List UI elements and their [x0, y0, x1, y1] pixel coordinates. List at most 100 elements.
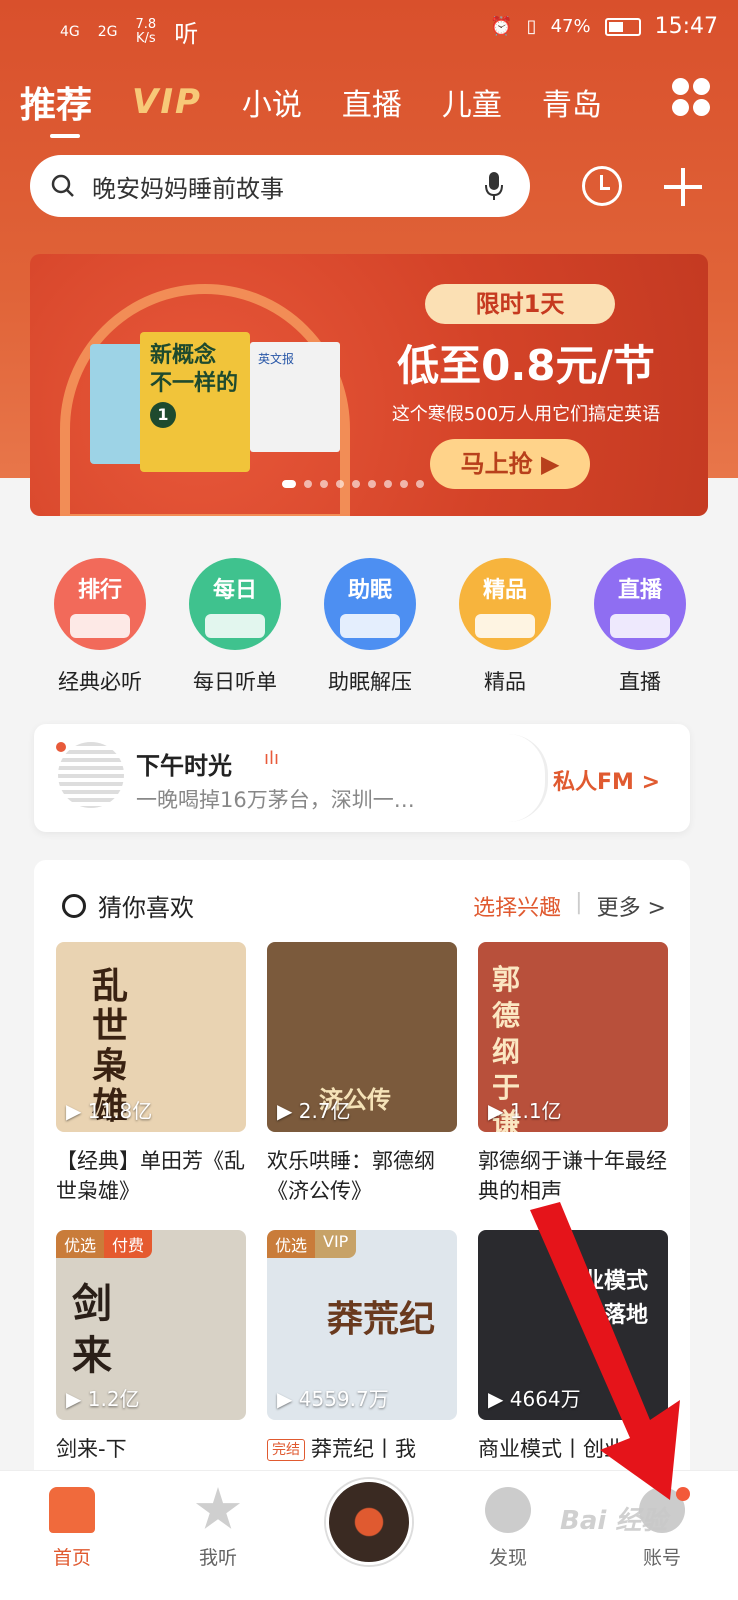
album-item[interactable]: 优选 付费 剑来 ▶ 1.2亿 剑来-下 — [56, 1230, 246, 1496]
now-playing-disc-icon[interactable] — [326, 1479, 412, 1565]
category-label: 助眠解压 — [328, 670, 412, 694]
album-title: 【经典】单田芳《乱世枭雄》 — [56, 1149, 245, 1203]
tab-live[interactable]: 直播 — [342, 80, 402, 124]
carousel-dots — [282, 480, 424, 488]
category-ranking[interactable]: 排行 经典必听 — [40, 558, 160, 696]
album-cover: 济公传 ▶ 2.7亿 — [267, 942, 457, 1132]
badge-preferred: 优选 — [56, 1230, 105, 1258]
fm-disc-icon — [58, 742, 124, 808]
category-live[interactable]: 直播 直播 — [580, 558, 700, 696]
banner-book: 新概念 不一样的 1 — [140, 332, 250, 472]
badge-preferred: 优选 — [267, 1230, 316, 1258]
divider: | — [575, 890, 583, 915]
tab-qingdao[interactable]: 青岛 — [542, 80, 602, 124]
fm-live-dot — [56, 742, 66, 752]
category-premium[interactable]: 精品 精品 — [445, 558, 565, 696]
search-bar[interactable]: 晚安妈妈睡前故事 — [30, 155, 530, 217]
limit-time-tag: 限时1天 — [425, 284, 615, 324]
completed-tag: 完结 — [267, 1439, 305, 1461]
personal-fm-link[interactable]: 私人FM > — [553, 764, 660, 796]
network-speed: 7.8 K/s — [135, 16, 157, 46]
promo-banner[interactable]: 新概念 不一样的 1 英文报 限时1天 低至0.8元/节 这个寒假500万人用它们… — [30, 254, 708, 516]
nav-label: 账号 — [642, 1547, 681, 1569]
battery-icon — [604, 17, 641, 36]
fm-dial-decoration — [508, 734, 548, 822]
category-row: 排行 经典必听 每日 每日听单 助眠 助眠解压 精品 精品 直播 直播 — [40, 558, 700, 696]
album-title: 郭德纲于谦十年最经典的相声 — [478, 1149, 667, 1203]
signal-2g: 2G — [97, 23, 118, 40]
nav-label: 首页 — [52, 1547, 91, 1569]
album-cover: 郭德纲 于谦 ▶ 1.1亿 — [478, 942, 668, 1132]
grab-now-button[interactable]: 马上抢 ▶ — [430, 439, 590, 489]
category-label: 经典必听 — [58, 670, 142, 694]
album-item[interactable]: 优选 VIP 莽荒纪 ▶ 4559.7万 完结 莽荒纪丨我 — [267, 1230, 457, 1496]
play-count: ▶ 1.1亿 — [488, 1099, 562, 1123]
play-count: ▶ 4664万 — [488, 1387, 581, 1411]
crown-icon: 精品 — [459, 558, 551, 650]
banner-newspaper: 英文报 — [250, 342, 340, 452]
category-label: 直播 — [619, 670, 661, 694]
microphone-icon[interactable] — [484, 171, 504, 201]
album-cover: 优选 付费 剑来 ▶ 1.2亿 — [56, 1230, 246, 1420]
clock: 15:47 — [654, 14, 718, 39]
alarm-icon: ⏰ — [490, 16, 513, 37]
album-title: 欢乐哄睡：郭德纲《济公传》 — [267, 1149, 435, 1203]
nav-listen[interactable]: 我听 — [168, 1487, 268, 1570]
baidu-watermark: Bai 经验 — [560, 1506, 668, 1536]
section-title: 猜你喜欢 — [98, 894, 194, 922]
fm-subtitle: 一晚喝掉16万茅台，深圳一… — [136, 788, 415, 812]
fm-card[interactable]: 下午时光 ılı 一晚喝掉16万茅台，深圳一… 私人FM > — [34, 724, 690, 832]
album-item[interactable]: 业模式 时落地 ▶ 4664万 商业模式丨创业实 — [478, 1230, 668, 1496]
badge-paid: 付费 — [104, 1230, 153, 1258]
user-icon — [62, 893, 86, 918]
guess-you-like-section: 猜你喜欢 选择兴趣 | 更多 > 乱世枭雄 ▶ 11.8亿 【经典】单田芳《乱世… — [34, 860, 690, 1500]
cover-title: 莽荒纪 — [327, 1298, 436, 1340]
all-channels-icon[interactable] — [672, 78, 710, 116]
album-grid: 乱世枭雄 ▶ 11.8亿 【经典】单田芳《乱世枭雄》 济公传 ▶ 2.7亿 欢乐… — [56, 942, 668, 1496]
listen-status-icon: 听 — [174, 20, 199, 48]
tab-novel[interactable]: 小说 — [242, 80, 302, 124]
cover-title: 剑来 — [72, 1280, 112, 1379]
tab-vip[interactable]: VIP — [132, 82, 202, 122]
calendar-icon: 每日 — [189, 558, 281, 650]
album-item[interactable]: 乱世枭雄 ▶ 11.8亿 【经典】单田芳《乱世枭雄》 — [56, 942, 246, 1208]
cover-title: 业模式 时落地 — [582, 1268, 649, 1328]
search-input[interactable]: 晚安妈妈睡前故事 — [92, 169, 484, 204]
promo-title: 低至0.8元/节 — [397, 341, 655, 390]
nav-label: 发现 — [488, 1547, 527, 1569]
choose-interest-link[interactable]: 选择兴趣 — [473, 890, 561, 922]
add-icon[interactable] — [664, 168, 702, 206]
play-count: ▶ 1.2亿 — [66, 1387, 140, 1411]
nav-label: 我听 — [198, 1547, 237, 1569]
play-count: ▶ 11.8亿 — [66, 1099, 153, 1123]
more-link[interactable]: 更多 > — [597, 890, 666, 922]
star-icon — [195, 1487, 241, 1529]
ranking-icon: 排行 — [54, 558, 146, 650]
badge-group: 优选 VIP — [267, 1230, 357, 1258]
album-cover: 优选 VIP 莽荒纪 ▶ 4559.7万 — [267, 1230, 457, 1420]
history-icon[interactable] — [582, 166, 622, 206]
search-icon — [51, 174, 74, 197]
tab-recommend[interactable]: 推荐 — [20, 76, 92, 138]
top-tabs: 推荐 VIP 小说 直播 儿童 青岛 — [20, 72, 720, 138]
nav-discover[interactable]: 发现 — [458, 1487, 558, 1570]
play-count: ▶ 2.7亿 — [277, 1099, 351, 1123]
vibrate-icon: ▯ — [526, 16, 537, 37]
battery-percent: 47% — [550, 16, 591, 37]
category-label: 每日听单 — [193, 670, 277, 694]
badge-group: 优选 付费 — [56, 1230, 153, 1258]
nav-home[interactable]: 首页 — [22, 1487, 122, 1570]
fm-title: 下午时光 — [136, 752, 232, 780]
status-bar: 4G 2G 7.8 K/s 听 ⏰ ▯ 47% 15:47 — [0, 0, 738, 56]
notification-dot — [676, 1487, 690, 1501]
album-cover: 业模式 时落地 ▶ 4664万 — [478, 1230, 668, 1420]
tab-kids[interactable]: 儿童 — [442, 80, 502, 124]
album-item[interactable]: 济公传 ▶ 2.7亿 欢乐哄睡：郭德纲《济公传》 — [267, 942, 457, 1208]
category-daily[interactable]: 每日 每日听单 — [175, 558, 295, 696]
category-label: 精品 — [484, 670, 526, 694]
home-icon — [49, 1487, 95, 1533]
compass-icon — [485, 1487, 531, 1533]
album-cover: 乱世枭雄 ▶ 11.8亿 — [56, 942, 246, 1132]
category-sleep[interactable]: 助眠 助眠解压 — [310, 558, 430, 696]
album-item[interactable]: 郭德纲 于谦 ▶ 1.1亿 郭德纲于谦十年最经典的相声 — [478, 942, 668, 1208]
